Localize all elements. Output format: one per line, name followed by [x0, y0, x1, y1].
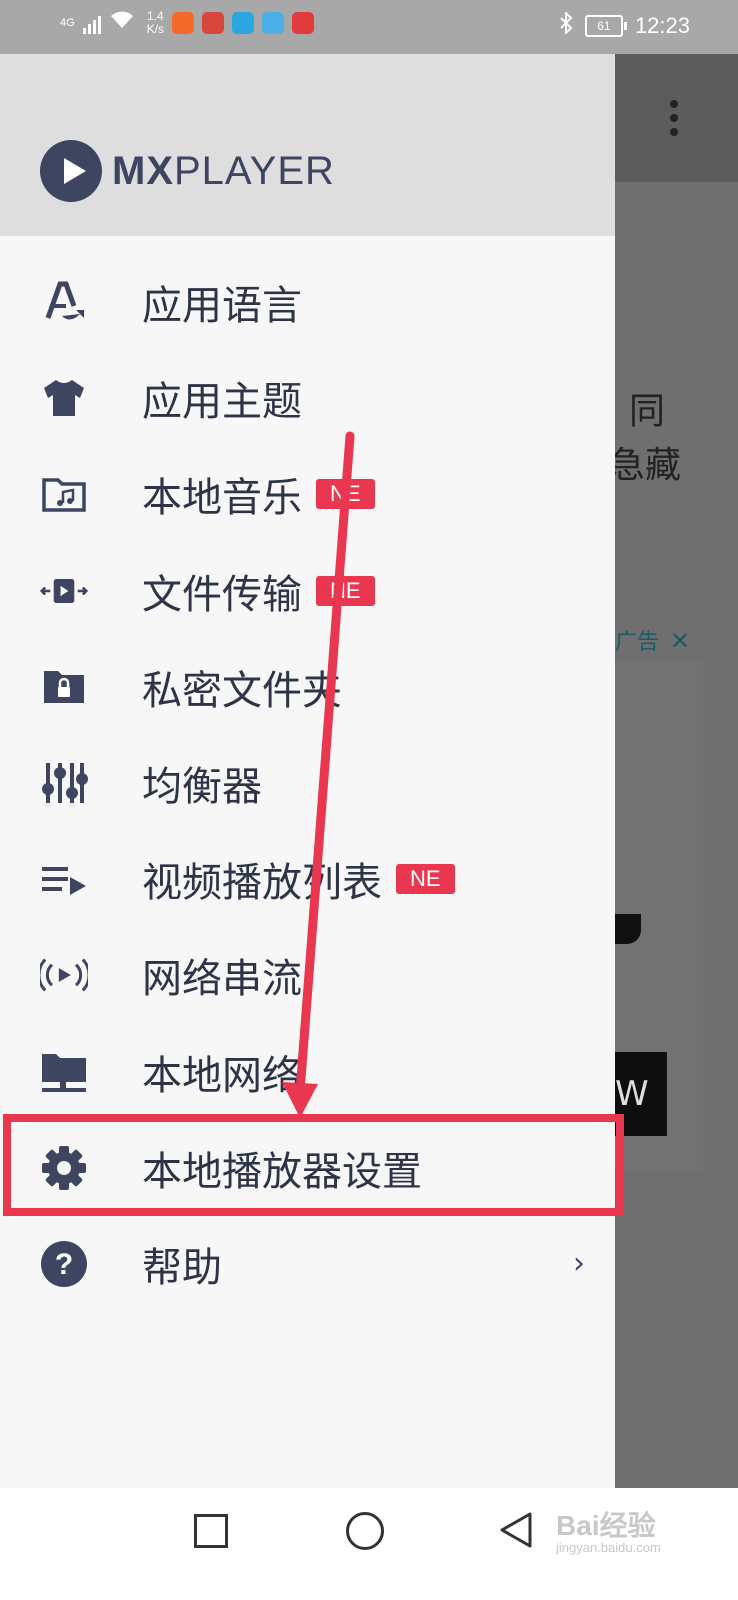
system-nav-bar: Bai经验 jingyan.baidu.com	[0, 1488, 738, 1600]
file-transfer-icon	[40, 567, 88, 615]
local-network-icon	[40, 1048, 88, 1096]
menu-item-label: 文件传输	[142, 571, 302, 618]
background-text-2: 急藏	[609, 445, 682, 486]
logo-text-bold: MX	[112, 148, 174, 193]
back-button[interactable]	[498, 1510, 534, 1554]
ad-image	[615, 914, 641, 944]
net-speed-value: 1.4	[147, 9, 164, 23]
menu-item-network-stream[interactable]: 网络串流	[0, 927, 615, 1023]
notification-app-icon-4	[262, 12, 285, 34]
new-badge: NE	[316, 575, 375, 606]
status-bar: 4G 1.4 K/s 61 12:23	[0, 0, 738, 54]
menu-item-help[interactable]: ? 帮助 ›	[0, 1216, 615, 1312]
language-icon	[40, 278, 88, 326]
gear-icon	[40, 1144, 88, 1192]
menu-item-label: 本地音乐	[142, 475, 302, 522]
watermark-brand: Bai经验	[556, 1510, 656, 1541]
background-app: 同 急藏 广告 ✕ W	[609, 54, 738, 1488]
menu-item-label: 私密文件夹	[142, 667, 342, 714]
clock: 12:23	[634, 13, 690, 38]
tshirt-theme-icon	[40, 374, 88, 422]
equalizer-icon	[40, 759, 88, 807]
logo-text: MXPLAYER	[112, 149, 335, 194]
menu-item-equalizer[interactable]: 均衡器	[0, 735, 615, 831]
notification-app-icon-2	[202, 12, 225, 34]
menu-item-label: 帮助	[142, 1244, 222, 1291]
menu-item-label: 本地播放器设置	[142, 1148, 422, 1195]
menu-item-video-playlist[interactable]: 视频播放列表 NE	[0, 831, 615, 927]
signal-icon	[82, 12, 101, 34]
battery-level: 61	[597, 19, 611, 33]
menu-item-label: 均衡器	[142, 764, 262, 811]
drawer-menu: 应用语言 应用主题 本地音乐 NE 文件传输 NE 私密文件夹 均衡器 视频播放…	[0, 254, 615, 1312]
navigation-drawer: MXPLAYER 应用语言 应用主题 本地音乐 NE 文件传输 NE 私密文件夹…	[0, 54, 615, 1488]
mx-player-logo: MXPLAYER	[40, 140, 335, 202]
menu-item-app-theme[interactable]: 应用主题	[0, 350, 615, 446]
menu-item-local-music[interactable]: 本地音乐 NE	[0, 446, 615, 542]
menu-item-local-network[interactable]: 本地网络	[0, 1024, 615, 1120]
status-right: 61 12:23	[559, 10, 690, 40]
menu-item-label: 视频播放列表	[142, 860, 382, 907]
notification-app-icon-5	[292, 12, 315, 34]
stream-icon	[40, 951, 88, 999]
more-options-icon	[670, 100, 678, 142]
ad-close-icon[interactable]: ✕	[670, 627, 690, 655]
play-logo-icon	[40, 140, 102, 202]
status-left: 4G 1.4 K/s	[60, 10, 315, 36]
new-badge: NE	[316, 479, 375, 510]
baidu-watermark: Bai经验 jingyan.baidu.com	[556, 1504, 661, 1555]
help-icon: ?	[40, 1240, 88, 1288]
svg-text:?: ?	[55, 1248, 73, 1281]
menu-item-label: 本地网络	[142, 1052, 302, 1099]
menu-item-app-language[interactable]: 应用语言	[0, 254, 615, 350]
menu-item-local-player-settings[interactable]: 本地播放器设置	[0, 1120, 615, 1216]
logo-text-light: PLAYER	[174, 148, 335, 193]
ad-label: 广告 ✕	[615, 624, 690, 656]
locked-folder-icon	[40, 663, 88, 711]
bluetooth-icon	[559, 10, 573, 40]
recent-apps-button[interactable]	[194, 1514, 228, 1548]
playlist-icon	[40, 855, 88, 903]
background-toolbar	[615, 54, 738, 182]
watermark-site: jingyan.baidu.com	[556, 1540, 661, 1555]
ad-button-text: W	[615, 1074, 649, 1114]
network-type: 4G	[60, 17, 75, 29]
notification-app-icon-1	[172, 12, 195, 34]
ad-button: W	[615, 1052, 667, 1136]
home-button[interactable]	[346, 1512, 384, 1550]
ad-label-text: 广告	[615, 630, 660, 655]
menu-item-label: 网络串流	[142, 956, 302, 1003]
menu-item-label: 应用语言	[142, 283, 302, 330]
chevron-right-icon: ›	[573, 1246, 585, 1282]
menu-item-file-transfer[interactable]: 文件传输 NE	[0, 543, 615, 639]
drawer-header: MXPLAYER	[0, 54, 615, 236]
battery-icon: 61	[584, 15, 627, 37]
notification-app-icon-3	[232, 12, 255, 34]
wifi-icon	[109, 10, 135, 36]
menu-item-label: 应用主题	[142, 379, 302, 426]
menu-item-private-folder[interactable]: 私密文件夹	[0, 639, 615, 735]
music-folder-icon	[40, 470, 88, 518]
net-speed: 1.4 K/s	[147, 10, 164, 36]
net-speed-unit: K/s	[146, 22, 165, 36]
new-badge: NE	[396, 864, 455, 895]
background-text-1: 同	[629, 391, 666, 432]
